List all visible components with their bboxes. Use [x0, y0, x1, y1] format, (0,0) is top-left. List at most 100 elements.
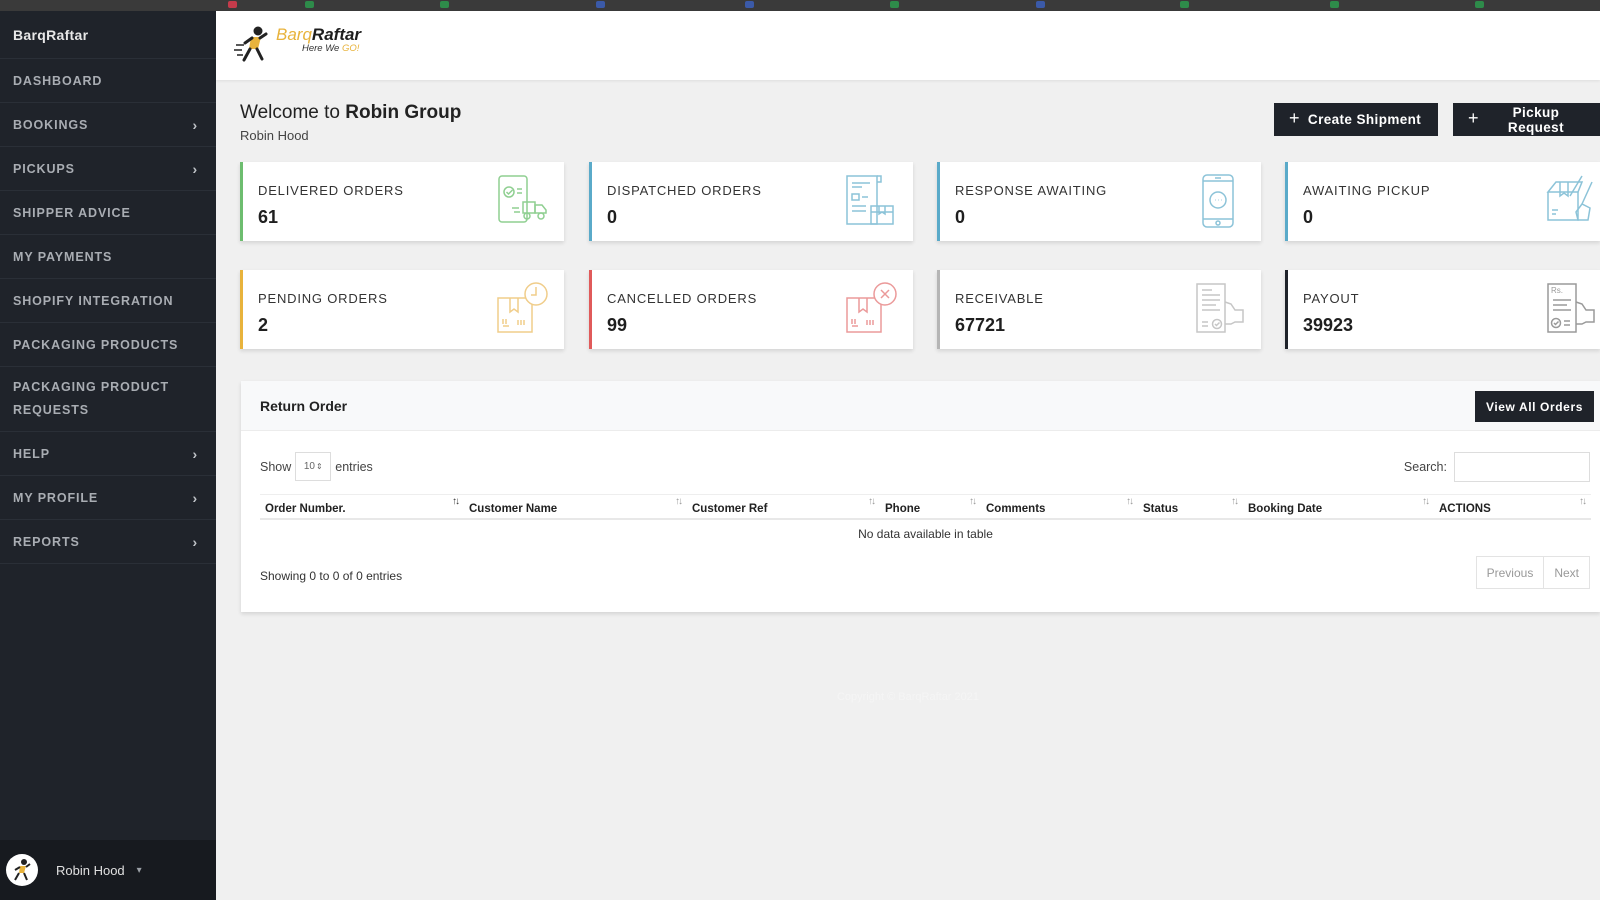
- stat-card-response-awaiting[interactable]: RESPONSE AWAITING 0: [937, 162, 1261, 241]
- column-header-phone[interactable]: Phone ↑↓: [880, 495, 981, 518]
- column-header-order-number[interactable]: Order Number. ↑↓: [260, 495, 464, 518]
- tab-favicon[interactable]: [305, 1, 314, 8]
- plus-icon: +: [1468, 108, 1479, 128]
- sidebar-item-shipper-advice[interactable]: SHIPPER ADVICE: [0, 191, 216, 235]
- sort-icon: ↑↓: [1231, 496, 1239, 507]
- tab-favicon[interactable]: [1180, 1, 1189, 8]
- sidebar-item-label: HELP: [13, 446, 50, 461]
- stat-card-cancelled-orders[interactable]: CANCELLED ORDERS 99: [589, 270, 913, 349]
- tab-favicon[interactable]: [440, 1, 449, 8]
- sidebar-item-pickups[interactable]: PICKUPS ›: [0, 147, 216, 191]
- sidebar-item-packaging-product-requests[interactable]: PACKAGING PRODUCT REQUESTS: [0, 367, 216, 432]
- user-name: Robin Hood: [56, 862, 125, 878]
- sidebar: BarqRaftar DASHBOARD BOOKINGS › PICKUPS › …: [0, 11, 216, 900]
- brand-logo[interactable]: BarqRaftar Here We GO!: [234, 25, 361, 63]
- stat-value: 99: [607, 315, 628, 335]
- chevron-right-icon: ›: [192, 116, 198, 133]
- user-menu[interactable]: Robin Hood ▾: [0, 840, 216, 900]
- sort-icon: ↑↓: [969, 496, 977, 507]
- page-title: Welcome to Robin Group: [240, 102, 461, 124]
- pagination: Previous Next: [1475, 556, 1590, 589]
- stat-label: DISPATCHED ORDERS: [607, 183, 762, 198]
- create-shipment-button[interactable]: + Create Shipment: [1274, 103, 1438, 136]
- stat-label: PAYOUT: [1303, 291, 1360, 306]
- page-size-select[interactable]: 10 ⇕: [295, 452, 332, 481]
- column-label: ACTIONS: [1439, 503, 1491, 515]
- sidebar-item-label: MY PROFILE: [13, 490, 99, 505]
- table-info: Showing 0 to 0 of 0 entries: [260, 569, 403, 583]
- sort-icon: ↑↓: [1579, 496, 1587, 507]
- caret-down-icon: ▾: [136, 864, 142, 876]
- column-label: Customer Name: [469, 503, 558, 515]
- stat-card-pending-orders[interactable]: PENDING ORDERS 2: [240, 270, 564, 349]
- sidebar-item-label: REPORTS: [13, 534, 80, 549]
- stat-card-dispatched-orders[interactable]: DISPATCHED ORDERS 0: [589, 162, 913, 241]
- sort-icon: ↑↓: [675, 496, 683, 507]
- column-header-comments[interactable]: Comments ↑↓: [981, 495, 1138, 518]
- invoice-hand-icon: [1196, 283, 1244, 333]
- search-control: Search:: [1404, 452, 1590, 482]
- stat-value: 0: [607, 207, 618, 227]
- sidebar-item-my-payments[interactable]: MY PAYMENTS: [0, 235, 216, 279]
- tab-favicon[interactable]: [1475, 1, 1484, 8]
- column-label: Comments: [986, 503, 1046, 515]
- sidebar-item-help[interactable]: HELP ›: [0, 432, 216, 476]
- logo-text-barq: Barq: [276, 25, 312, 44]
- box-hand-icon: [1546, 175, 1593, 221]
- stat-label: RECEIVABLE: [955, 291, 1044, 306]
- pagination-previous[interactable]: Previous: [1477, 557, 1544, 588]
- company-name: Robin Group: [345, 102, 462, 123]
- tab-favicon[interactable]: [1036, 1, 1045, 8]
- stat-card-receivable[interactable]: RECEIVABLE 67721: [937, 270, 1261, 349]
- column-header-status[interactable]: Status ↑↓: [1138, 495, 1243, 518]
- avatar: [6, 854, 38, 886]
- sidebar-item-reports[interactable]: REPORTS ›: [0, 520, 216, 564]
- pagination-next[interactable]: Next: [1543, 557, 1589, 588]
- column-header-customer-ref[interactable]: Customer Ref ↑↓: [687, 495, 880, 518]
- column-label: Booking Date: [1248, 503, 1323, 515]
- tab-favicon[interactable]: [745, 1, 754, 8]
- sidebar-item-label: MY PAYMENTS: [13, 249, 113, 264]
- welcome-prefix: Welcome to: [240, 102, 346, 123]
- column-label: Customer Ref: [692, 503, 768, 515]
- tab-favicon[interactable]: [228, 1, 237, 8]
- column-header-booking-date[interactable]: Booking Date ↑↓: [1243, 495, 1434, 518]
- sidebar-item-shopify-integration[interactable]: SHOPIFY INTEGRATION: [0, 279, 216, 323]
- pickup-request-button[interactable]: + Pickup Request: [1453, 103, 1600, 136]
- tab-favicon[interactable]: [890, 1, 899, 8]
- sidebar-brand[interactable]: BarqRaftar: [0, 11, 216, 59]
- return-order-panel: Return Order View All Orders Show 10 ⇕ en…: [241, 381, 1600, 612]
- stat-label: RESPONSE AWAITING: [955, 183, 1108, 198]
- column-header-actions[interactable]: ACTIONS ↑↓: [1434, 495, 1591, 518]
- entries-label: entries: [335, 459, 373, 474]
- welcome-block: Welcome to Robin Group Robin Hood: [240, 102, 461, 143]
- sidebar-item-dashboard[interactable]: DASHBOARD: [0, 59, 216, 103]
- stat-value: 2: [258, 315, 269, 335]
- welcome-user: Robin Hood: [240, 128, 309, 143]
- payout-receipt-icon: Rs.: [1547, 283, 1595, 333]
- column-header-customer-name[interactable]: Customer Name ↑↓: [464, 495, 687, 518]
- view-all-orders-button[interactable]: View All Orders: [1474, 391, 1594, 422]
- browser-tab-strip: [0, 0, 1600, 11]
- stat-card-awaiting-pickup[interactable]: AWAITING PICKUP 0: [1285, 162, 1600, 241]
- column-label: Order Number.: [265, 503, 346, 515]
- search-input[interactable]: [1454, 452, 1590, 482]
- stat-label: AWAITING PICKUP: [1303, 183, 1431, 198]
- stat-card-payout[interactable]: PAYOUT 39923 Rs.: [1285, 270, 1600, 349]
- delivery-truck-icon: [498, 175, 547, 223]
- tab-favicon[interactable]: [1330, 1, 1339, 8]
- box-clock-icon: [497, 282, 548, 333]
- svg-text:Rs.: Rs.: [1551, 286, 1563, 295]
- pickup-request-label: Pickup Request: [1507, 104, 1564, 135]
- sidebar-item-my-profile[interactable]: MY PROFILE ›: [0, 476, 216, 520]
- return-order-table: Order Number. ↑↓ Customer Name ↑↓ Customer…: [260, 494, 1591, 548]
- table-header: Order Number. ↑↓ Customer Name ↑↓ Customer…: [260, 494, 1591, 520]
- stat-card-delivered-orders[interactable]: DELIVERED ORDERS 61: [240, 162, 564, 241]
- phone-chat-icon: [1202, 174, 1234, 228]
- chevron-right-icon: ›: [192, 160, 198, 177]
- sidebar-item-label: PICKUPS: [13, 161, 75, 176]
- sidebar-item-label: SHIPPER ADVICE: [13, 205, 131, 220]
- sidebar-item-packaging-products[interactable]: PACKAGING PRODUCTS: [0, 323, 216, 367]
- tab-favicon[interactable]: [596, 1, 605, 8]
- sidebar-item-bookings[interactable]: BOOKINGS ›: [0, 103, 216, 147]
